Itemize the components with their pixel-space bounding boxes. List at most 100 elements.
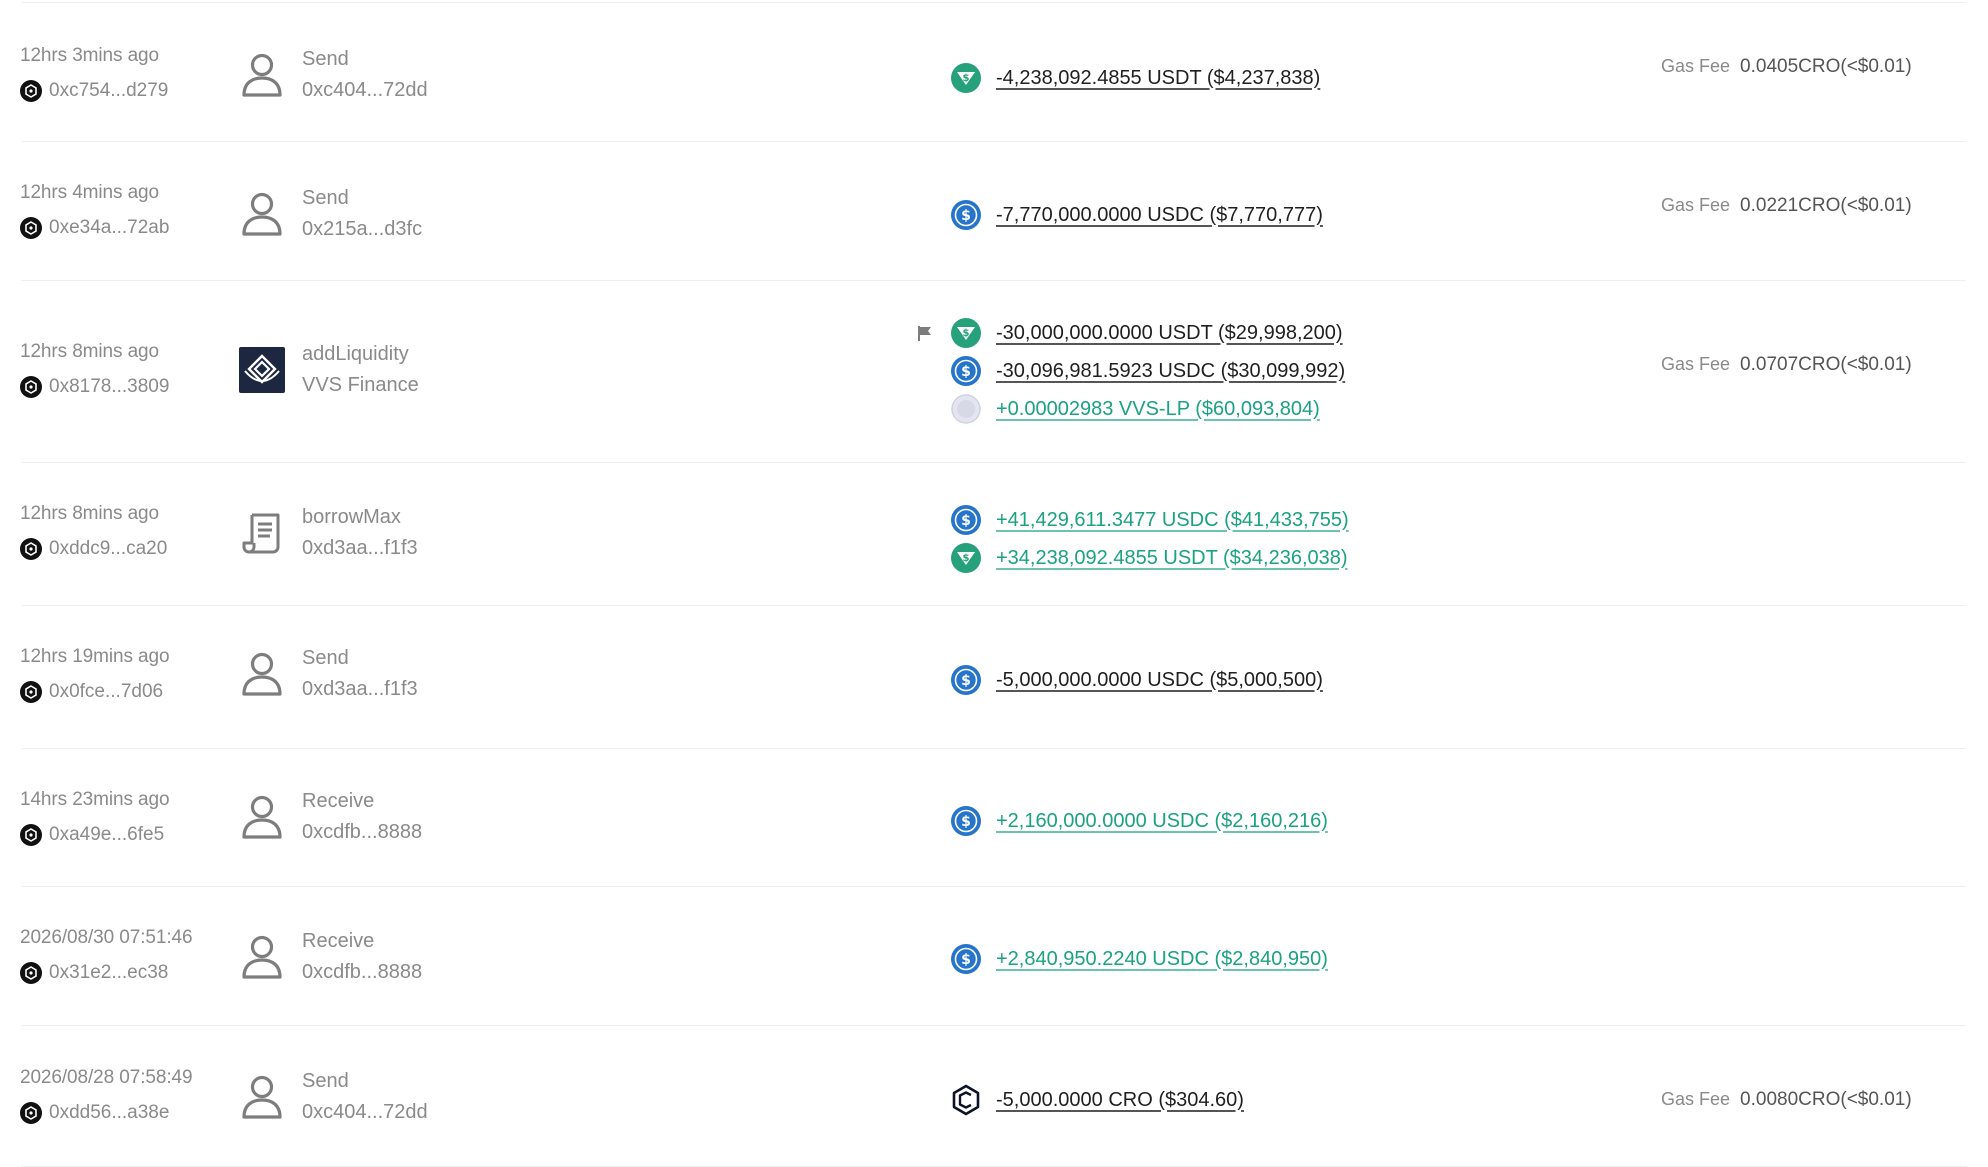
gas-fee-value: 0.0707CRO(<$0.01) bbox=[1740, 354, 1912, 375]
gas-fee-label: Gas Fee bbox=[1661, 1089, 1731, 1109]
counterparty-link[interactable]: VVS Finance bbox=[302, 374, 419, 397]
tx-hash-link[interactable]: 0xc754...d279 bbox=[20, 80, 168, 102]
gas-fee-value: 0.0405CRO(<$0.01) bbox=[1740, 56, 1912, 77]
action-cell: Send 0xc404...72dd bbox=[238, 48, 428, 102]
token-change: $ +2,840,950.2240 USDC ($2,840,950) bbox=[950, 940, 1328, 978]
transaction-row: 12hrs 8mins ago 0xddc9...ca20 borrowMax 0xd… bbox=[0, 463, 1988, 606]
counterparty-link[interactable]: 0xcdfb...8888 bbox=[302, 821, 422, 844]
counterparty-link[interactable]: 0xc404...72dd bbox=[302, 1101, 428, 1124]
token-change: $ +2,160,000.0000 USDC ($2,160,216) bbox=[950, 802, 1328, 840]
counterparty-link[interactable]: 0x215a...d3fc bbox=[302, 218, 422, 241]
token-change: $ +41,429,611.3477 USDC ($41,433,755) bbox=[950, 501, 1349, 539]
tx-hash[interactable]: 0x0fce...7d06 bbox=[49, 681, 163, 703]
time-cell: 2026/08/28 07:58:49 0xdd56...a38e bbox=[20, 1067, 193, 1124]
amounts-cell: $ -4,238,092.4855 USDT ($4,237,838) bbox=[950, 59, 1320, 97]
cronos-chain-icon bbox=[20, 962, 42, 984]
cronos-chain-icon bbox=[20, 1102, 42, 1124]
token-amount[interactable]: -5,000,000.0000 USDC ($5,000,500) bbox=[996, 669, 1323, 692]
amounts-cell: $ +41,429,611.3477 USDC ($41,433,755) $ +34… bbox=[950, 501, 1349, 577]
tx-hash[interactable]: 0x8178...3809 bbox=[49, 376, 169, 398]
token-amount[interactable]: -7,770,000.0000 USDC ($7,770,777) bbox=[996, 204, 1323, 227]
gas-fee: Gas Fee 0.0221CRO(<$0.01) bbox=[1661, 195, 1912, 217]
flag-icon[interactable] bbox=[914, 322, 936, 344]
cronos-chain-icon bbox=[20, 538, 42, 560]
tx-time: 12hrs 19mins ago bbox=[20, 646, 170, 667]
action-cell: addLiquidity VVS Finance bbox=[238, 343, 419, 397]
tx-time: 2026/08/30 07:51:46 bbox=[20, 927, 193, 948]
time-cell: 12hrs 19mins ago 0x0fce...7d06 bbox=[20, 646, 170, 703]
svg-text:$: $ bbox=[961, 952, 971, 968]
token-change: $ -7,770,000.0000 USDC ($7,770,777) bbox=[950, 196, 1323, 234]
counterparty-link[interactable]: 0xcdfb...8888 bbox=[302, 961, 422, 984]
token-change: -5,000.0000 CRO ($304.60) bbox=[950, 1081, 1244, 1119]
time-cell: 12hrs 8mins ago 0x8178...3809 bbox=[20, 341, 169, 398]
token-amount[interactable]: +2,160,000.0000 USDC ($2,160,216) bbox=[996, 810, 1328, 833]
action-name: addLiquidity bbox=[302, 343, 409, 365]
cronos-chain-icon bbox=[20, 217, 42, 239]
tx-hash-link[interactable]: 0x31e2...ec38 bbox=[20, 962, 192, 984]
usdc-token-icon: $ bbox=[950, 504, 982, 536]
tx-hash[interactable]: 0xe34a...72ab bbox=[49, 217, 169, 239]
token-amount[interactable]: -30,096,981.5923 USDC ($30,099,992) bbox=[996, 360, 1345, 383]
transaction-row: 12hrs 4mins ago 0xe34a...72ab Send 0x215a..… bbox=[0, 142, 1988, 281]
tx-time: 14hrs 23mins ago bbox=[20, 789, 170, 810]
token-amount[interactable]: -4,238,092.4855 USDT ($4,237,838) bbox=[996, 67, 1320, 90]
action-cell: Receive 0xcdfb...8888 bbox=[238, 930, 422, 984]
action-name: Send bbox=[302, 647, 349, 669]
tx-hash[interactable]: 0xdd56...a38e bbox=[49, 1102, 169, 1124]
tx-time: 2026/08/28 07:58:49 bbox=[20, 1067, 193, 1088]
action-cell: Send 0x215a...d3fc bbox=[238, 187, 422, 241]
transaction-row: 2026/08/30 07:51:46 0x31e2...ec38 Receive 0… bbox=[0, 887, 1988, 1026]
cronos-chain-icon bbox=[20, 681, 42, 703]
usdc-token-icon: $ bbox=[950, 943, 982, 975]
token-amount[interactable]: -30,000,000.0000 USDT ($29,998,200) bbox=[996, 322, 1343, 345]
contract-scroll-icon bbox=[238, 509, 286, 557]
gas-fee-value: 0.0080CRO(<$0.01) bbox=[1740, 1089, 1912, 1110]
token-change: $ -30,000,000.0000 USDT ($29,998,200) bbox=[950, 314, 1345, 352]
counterparty-link[interactable]: 0xd3aa...f1f3 bbox=[302, 678, 418, 701]
token-amount[interactable]: +41,429,611.3477 USDC ($41,433,755) bbox=[996, 509, 1349, 532]
svg-text:$: $ bbox=[963, 73, 970, 84]
usdt-token-icon: $ bbox=[950, 317, 982, 349]
amounts-cell: $ +2,160,000.0000 USDC ($2,160,216) bbox=[950, 802, 1328, 840]
gas-fee: Gas Fee 0.0080CRO(<$0.01) bbox=[1661, 1089, 1912, 1111]
transaction-row: 12hrs 3mins ago 0xc754...d279 Send 0xc404..… bbox=[0, 3, 1988, 142]
action-cell: Send 0xc404...72dd bbox=[238, 1070, 428, 1124]
tx-hash-link[interactable]: 0xddc9...ca20 bbox=[20, 538, 167, 560]
tx-hash-link[interactable]: 0x0fce...7d06 bbox=[20, 681, 169, 703]
user-icon bbox=[238, 793, 286, 841]
tx-hash-link[interactable]: 0xdd56...a38e bbox=[20, 1102, 192, 1124]
tx-hash[interactable]: 0xc754...d279 bbox=[49, 80, 168, 102]
action-cell: borrowMax 0xd3aa...f1f3 bbox=[238, 506, 418, 560]
action-name: Send bbox=[302, 48, 349, 70]
usdc-token-icon: $ bbox=[950, 805, 982, 837]
token-amount[interactable]: +0.00002983 VVS-LP ($60,093,804) bbox=[996, 398, 1320, 421]
tx-hash-link[interactable]: 0x8178...3809 bbox=[20, 376, 169, 398]
token-amount[interactable]: +2,840,950.2240 USDC ($2,840,950) bbox=[996, 948, 1328, 971]
tx-hash-link[interactable]: 0xa49e...6fe5 bbox=[20, 824, 169, 846]
action-name: borrowMax bbox=[302, 506, 401, 528]
token-amount[interactable]: -5,000.0000 CRO ($304.60) bbox=[996, 1089, 1244, 1112]
tx-hash-link[interactable]: 0xe34a...72ab bbox=[20, 217, 169, 239]
svg-text:$: $ bbox=[961, 673, 971, 689]
time-cell: 14hrs 23mins ago 0xa49e...6fe5 bbox=[20, 789, 170, 846]
svg-text:$: $ bbox=[961, 513, 971, 529]
cronos-chain-icon bbox=[20, 80, 42, 102]
time-cell: 12hrs 4mins ago 0xe34a...72ab bbox=[20, 182, 169, 239]
tx-hash[interactable]: 0x31e2...ec38 bbox=[49, 962, 168, 984]
transaction-row: 2026/08/28 07:58:49 0xdd56...a38e Send 0xc4… bbox=[0, 1026, 1988, 1167]
vvs-lp-token-icon bbox=[950, 393, 982, 425]
svg-text:$: $ bbox=[963, 553, 970, 564]
gas-fee-value: 0.0221CRO(<$0.01) bbox=[1740, 195, 1912, 216]
usdc-token-icon: $ bbox=[950, 664, 982, 696]
user-icon bbox=[238, 51, 286, 99]
counterparty-link[interactable]: 0xc404...72dd bbox=[302, 79, 428, 102]
counterparty-link[interactable]: 0xd3aa...f1f3 bbox=[302, 537, 418, 560]
token-change: $ +34,238,092.4855 USDT ($34,236,038) bbox=[950, 539, 1349, 577]
action-name: Receive bbox=[302, 790, 375, 812]
amounts-cell: -5,000.0000 CRO ($304.60) bbox=[950, 1081, 1244, 1119]
amounts-cell: $ -7,770,000.0000 USDC ($7,770,777) bbox=[950, 196, 1323, 234]
token-amount[interactable]: +34,238,092.4855 USDT ($34,236,038) bbox=[996, 547, 1348, 570]
tx-hash[interactable]: 0xa49e...6fe5 bbox=[49, 824, 164, 846]
tx-hash[interactable]: 0xddc9...ca20 bbox=[49, 538, 167, 560]
